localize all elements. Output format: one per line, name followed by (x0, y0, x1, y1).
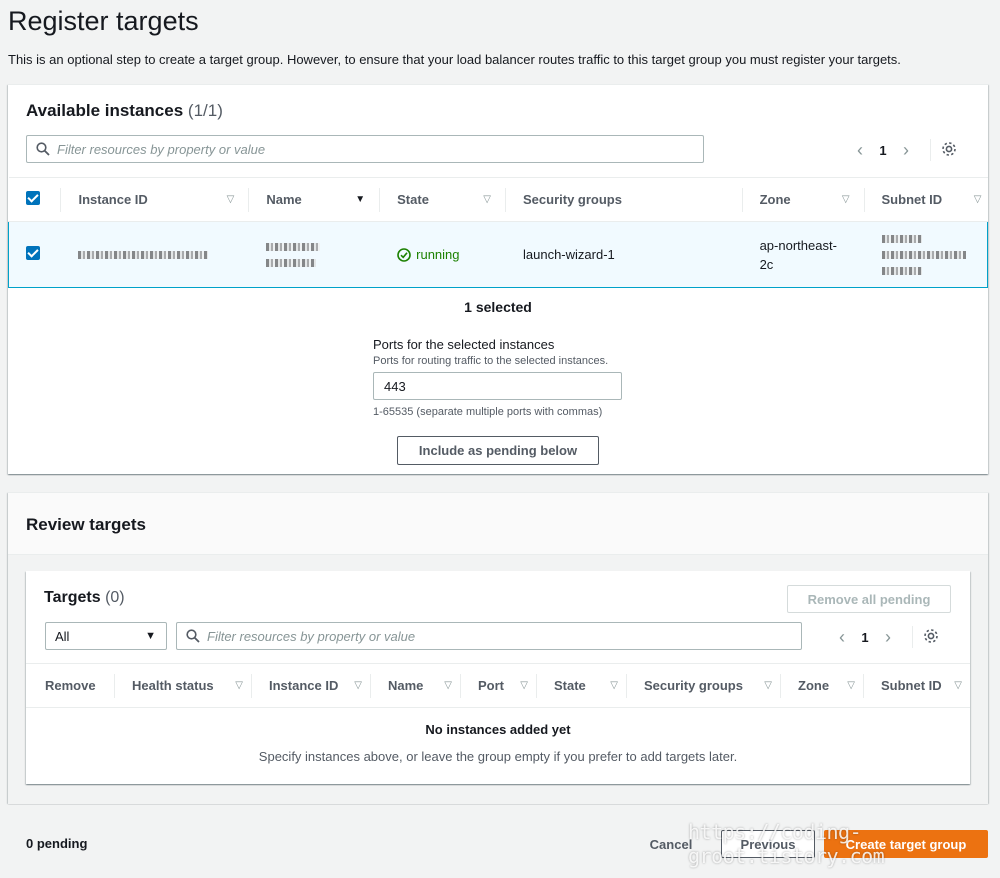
next-page-icon[interactable]: › (896, 140, 916, 161)
targets-header: Targets (0) (44, 589, 125, 607)
targets-count: (0) (105, 589, 125, 606)
settings-gear-icon[interactable] (923, 628, 939, 647)
caret-down-icon: ▼ (145, 630, 156, 642)
page-description: This is an optional step to create a tar… (8, 52, 901, 67)
sort-caret-icon: ▽ (235, 680, 243, 691)
ports-hint: 1-65535 (separate multiple ports with co… (373, 406, 603, 418)
column-header-port[interactable]: Port ▽ (460, 663, 536, 708)
column-header-subnet-id[interactable]: Subnet ID ▽ (863, 663, 970, 708)
available-pagination: ‹ 1 › (850, 139, 957, 161)
table-row[interactable]: running launch-wizard-1 ap-northeast-2c (8, 221, 988, 288)
pager-divider (930, 139, 931, 161)
sort-caret-icon: ▽ (520, 680, 528, 691)
ports-description: Ports for routing traffic to the selecte… (373, 355, 609, 367)
remove-all-pending-button[interactable]: Remove all pending (787, 585, 951, 613)
select-value: All (55, 628, 70, 644)
column-header-name[interactable]: Name ▽ (370, 663, 460, 708)
search-icon (186, 629, 200, 648)
instance-id-cell[interactable] (60, 221, 249, 288)
available-filter (26, 135, 704, 163)
review-targets-panel: Review targets Targets (0) Remove all pe… (8, 492, 988, 804)
previous-button[interactable]: Previous (721, 830, 815, 858)
state-cell: running (379, 221, 505, 288)
column-header-state[interactable]: State ▽ (536, 663, 626, 708)
page-number[interactable]: 1 (870, 143, 896, 158)
targets-table: Remove Health status ▽ Instance ID ▽ Name ▽… (26, 663, 970, 708)
sort-caret-icon: ▽ (610, 680, 618, 691)
select-all-header[interactable] (8, 177, 61, 222)
pending-count: 0 pending (26, 836, 88, 851)
next-page-icon[interactable]: › (878, 627, 898, 648)
column-header-zone[interactable]: Zone ▽ (780, 663, 863, 708)
select-all-checkbox[interactable] (25, 191, 40, 205)
targets-filter-select[interactable]: All ▼ (45, 622, 167, 650)
redacted-subnet-id (881, 234, 922, 243)
selected-count: 1 selected (464, 299, 532, 315)
subnet-id-cell (863, 221, 988, 288)
sort-caret-icon: ▼ (355, 194, 366, 205)
page-number[interactable]: 1 (852, 630, 878, 645)
sort-caret-icon: ▽ (444, 680, 452, 691)
pager-divider (912, 626, 913, 648)
sort-caret-icon: ▽ (354, 680, 362, 691)
available-instances-count: (1/1) (187, 101, 223, 120)
sort-caret-icon: ▽ (954, 680, 962, 691)
targets-filter-input[interactable] (207, 628, 801, 644)
column-header-state[interactable]: State ▽ (379, 177, 505, 222)
targets-pagination: ‹ 1 › (832, 626, 939, 648)
redacted-subnet-id (881, 266, 922, 275)
column-header-zone[interactable]: Zone ▽ (741, 177, 864, 222)
sort-caret-icon: ▽ (847, 680, 855, 691)
empty-state-title: No instances added yet (425, 722, 571, 737)
column-header-subnet-id[interactable]: Subnet ID ▽ (863, 177, 988, 222)
previous-page-icon[interactable]: ‹ (832, 627, 852, 648)
table-header-row: Remove Health status ▽ Instance ID ▽ Name ▽… (26, 663, 970, 708)
column-header-health-status[interactable]: Health status ▽ (114, 663, 251, 708)
sort-caret-icon: ▽ (841, 194, 850, 205)
zone-cell: ap-northeast-2c (741, 221, 864, 288)
available-filter-input[interactable] (57, 141, 703, 157)
review-targets-title: Review targets (26, 515, 146, 534)
available-instances-title: Available instances (26, 101, 184, 120)
sort-caret-icon: ▽ (483, 194, 491, 205)
available-instances-panel: Available instances (1/1) ‹ 1 › Instance… (8, 84, 988, 474)
sort-caret-icon: ▽ (764, 680, 772, 691)
column-header-remove: Remove (26, 663, 114, 708)
available-instances-table: Instance ID ▽ Name ▼ State ▽ Security group… (8, 177, 988, 288)
sort-caret-icon: ▽ (226, 194, 235, 205)
ports-label: Ports for the selected instances (373, 337, 555, 352)
review-header: Review targets (8, 493, 988, 555)
targets-title: Targets (44, 589, 101, 606)
empty-state-description: Specify instances above, or leave the gr… (258, 749, 738, 764)
sort-caret-icon: ▽ (973, 194, 982, 205)
redacted-subnet-id (881, 250, 966, 259)
targets-filter (176, 622, 802, 650)
create-target-group-button[interactable]: Create target group (824, 830, 988, 858)
settings-gear-icon[interactable] (941, 141, 957, 160)
previous-page-icon[interactable]: ‹ (850, 140, 870, 161)
ports-section: Ports for the selected instances Ports f… (373, 337, 633, 418)
security-group-cell: launch-wizard-1 (505, 221, 742, 288)
name-cell (248, 221, 380, 288)
targets-panel: Targets (0) Remove all pending All ▼ ‹ 1… (26, 571, 970, 784)
column-header-instance-id[interactable]: Instance ID ▽ (251, 663, 370, 708)
include-as-pending-button[interactable]: Include as pending below (397, 436, 599, 465)
column-header-name[interactable]: Name ▼ (248, 177, 380, 222)
search-icon (36, 142, 50, 161)
check-circle-icon (397, 247, 411, 262)
column-header-security-groups[interactable]: Security groups (505, 177, 742, 222)
redacted-name (266, 258, 317, 267)
redacted-instance-id (78, 251, 209, 259)
page-title: Register targets (8, 6, 199, 36)
available-instances-header: Available instances (1/1) (26, 101, 223, 121)
redacted-name (266, 242, 321, 251)
ports-input[interactable] (373, 372, 622, 400)
row-checkbox-cell[interactable] (8, 221, 61, 288)
table-header-row: Instance ID ▽ Name ▼ State ▽ Security group… (8, 177, 988, 222)
row-checkbox[interactable] (26, 246, 40, 260)
cancel-button[interactable]: Cancel (642, 830, 700, 858)
column-header-security-groups[interactable]: Security groups ▽ (626, 663, 780, 708)
column-header-instance-id[interactable]: Instance ID ▽ (60, 177, 249, 222)
state-running: running (387, 247, 497, 262)
